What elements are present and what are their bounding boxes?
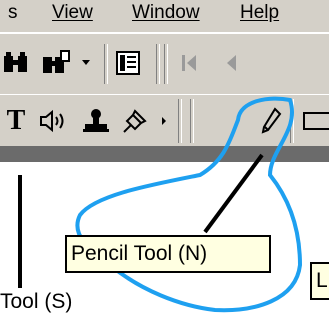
- tooltip-label: Pencil Tool (N): [71, 242, 208, 265]
- annotation-overlay: [18, 96, 303, 313]
- highlight-circle: [75, 96, 303, 313]
- tool-shortcut-label: Tool (S): [0, 290, 73, 313]
- secondary-tooltip: L: [310, 262, 329, 300]
- tooltip-partial-label: L: [316, 269, 328, 292]
- pencil-tool-tooltip: Pencil Tool (N): [65, 235, 271, 273]
